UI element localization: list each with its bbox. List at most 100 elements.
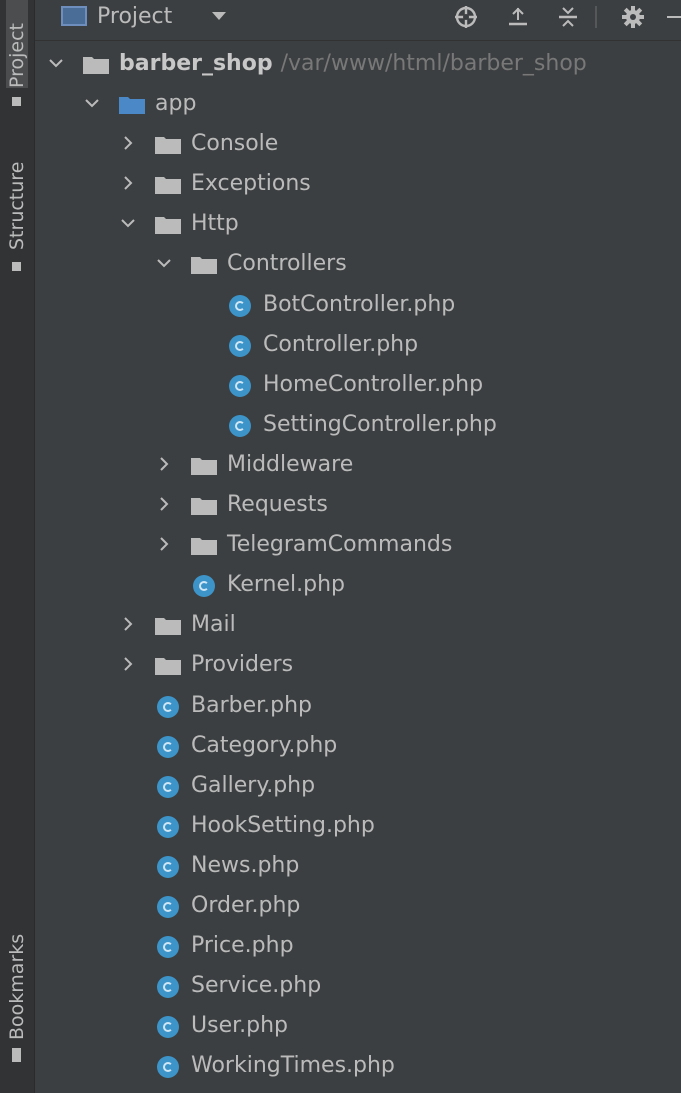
tree-label: SettingController.php: [263, 411, 497, 437]
tree-node-bot-controller[interactable]: BotController.php: [35, 285, 681, 325]
php-class-icon: [229, 294, 251, 317]
folder-icon: [191, 456, 217, 475]
tree-node-kernel[interactable]: Kernel.php: [35, 565, 681, 605]
project-tool-window: Project Structure Bookmarks Project barb…: [0, 0, 681, 1093]
php-class-icon: [157, 1016, 179, 1039]
tree-node-home-controller[interactable]: HomeController.php: [35, 365, 681, 405]
tree-node-console[interactable]: Console: [35, 124, 681, 164]
tree-node-barber-shop[interactable]: barber_shop/var/www/html/barber_shop: [35, 44, 681, 84]
php-class-icon: [229, 414, 251, 437]
chevron-right-icon[interactable]: [119, 655, 137, 673]
tree-label: Gallery.php: [191, 772, 316, 798]
tree-node-controller[interactable]: Controller.php: [35, 325, 681, 365]
tree-label: News.php: [191, 852, 300, 878]
tree-label: Requests: [227, 492, 328, 518]
tree-node-http[interactable]: Http: [35, 204, 681, 244]
php-class-icon: [229, 374, 251, 397]
tree-node-telegram-commands[interactable]: TelegramCommands: [35, 525, 681, 565]
php-class-icon: [157, 895, 179, 918]
structure-tab-icon: [12, 262, 21, 271]
chevron-right-icon[interactable]: [155, 455, 173, 473]
tree-node-gallery[interactable]: Gallery.php: [35, 766, 681, 806]
tree-node-middleware[interactable]: Middleware: [35, 445, 681, 485]
tree-label: Order.php: [191, 892, 301, 918]
php-class-icon: [157, 976, 179, 999]
chevron-down-icon[interactable]: [155, 254, 173, 272]
project-tab-icon: [12, 97, 21, 106]
view-selector[interactable]: Project: [97, 2, 172, 32]
tree-label: TelegramCommands: [227, 532, 453, 558]
php-class-icon: [157, 855, 179, 878]
gear-icon[interactable]: [620, 4, 646, 30]
tree-node-exceptions[interactable]: Exceptions: [35, 164, 681, 204]
tree-node-hook-setting[interactable]: HookSetting.php: [35, 806, 681, 846]
php-class-icon: [157, 735, 179, 758]
chevron-right-icon[interactable]: [155, 495, 173, 513]
side-tab-bookmarks[interactable]: Bookmarks: [6, 930, 28, 1040]
chevron-down-icon[interactable]: [47, 54, 65, 72]
folder-icon: [155, 215, 181, 235]
php-class-icon: [229, 334, 251, 357]
hide-icon[interactable]: [667, 16, 681, 18]
tree-label: HookSetting.php: [191, 812, 375, 838]
project-header: Project: [35, 0, 681, 41]
folder-icon: [155, 135, 181, 155]
tree-node-working-times[interactable]: WorkingTimes.php: [35, 1046, 681, 1086]
folder-icon: [191, 536, 217, 556]
tree-node-category[interactable]: Category.php: [35, 726, 681, 766]
chevron-right-icon[interactable]: [155, 535, 173, 553]
project-view-icon: [61, 6, 87, 26]
tree-label: Middleware: [227, 451, 354, 477]
chevron-down-icon[interactable]: [83, 94, 101, 112]
tree-label: app: [155, 91, 197, 117]
tree-label: Barber.php: [191, 692, 313, 718]
chevron-down-icon[interactable]: [119, 214, 137, 232]
tree-label: WorkingTimes.php: [191, 1053, 395, 1079]
crosshair-icon[interactable]: [453, 4, 479, 30]
tree-label: Http: [191, 211, 239, 237]
tree-label: BotController.php: [263, 291, 456, 317]
chevron-right-icon[interactable]: [119, 134, 137, 152]
collapse-all-icon[interactable]: [555, 4, 581, 30]
left-tool-strip: Project Structure Bookmarks: [0, 0, 35, 1093]
php-class-icon: [157, 936, 179, 959]
tree-node-barber[interactable]: Barber.php: [35, 686, 681, 726]
module-folder-icon: [119, 95, 145, 115]
php-class-icon: [157, 815, 179, 838]
tree-label: Providers: [191, 652, 294, 678]
side-tab-project[interactable]: Project: [6, 0, 28, 88]
tree-node-providers[interactable]: Providers: [35, 645, 681, 685]
tree-node-controllers[interactable]: Controllers: [35, 244, 681, 284]
tree-label: Category.php: [191, 732, 338, 758]
root-path: /var/www/html/barber_shop: [280, 51, 587, 76]
php-class-icon: [157, 1056, 179, 1079]
tree-node-setting-controller[interactable]: SettingController.php: [35, 405, 681, 445]
folder-icon: [155, 656, 181, 676]
tree-node-service[interactable]: Service.php: [35, 966, 681, 1006]
php-class-icon: [157, 695, 179, 718]
php-class-icon: [193, 575, 215, 598]
header-divider: [595, 6, 597, 28]
folder-icon: [191, 496, 217, 516]
tree-node-app[interactable]: app: [35, 84, 681, 124]
bookmarks-tab-icon: [12, 1048, 21, 1062]
tree-node-user[interactable]: User.php: [35, 1006, 681, 1046]
tree-label: Kernel.php: [227, 572, 345, 598]
tree-label: Service.php: [191, 973, 322, 999]
tree-label: Price.php: [191, 933, 294, 959]
tree-label: HomeController.php: [263, 371, 484, 397]
tree-node-news[interactable]: News.php: [35, 846, 681, 886]
tree-node-mail[interactable]: Mail: [35, 605, 681, 645]
tree-node-order[interactable]: Order.php: [35, 886, 681, 926]
folder-icon: [83, 55, 109, 74]
tree-node-price[interactable]: Price.php: [35, 926, 681, 966]
expand-all-icon[interactable]: [505, 4, 531, 30]
folder-icon: [155, 175, 181, 195]
chevron-down-icon[interactable]: [212, 12, 226, 20]
tree-label: Controller.php: [263, 331, 419, 357]
side-tab-structure[interactable]: Structure: [6, 150, 28, 250]
tree-label: Exceptions: [191, 171, 311, 197]
chevron-right-icon[interactable]: [119, 615, 137, 633]
tree-node-requests[interactable]: Requests: [35, 485, 681, 525]
chevron-right-icon[interactable]: [119, 174, 137, 192]
